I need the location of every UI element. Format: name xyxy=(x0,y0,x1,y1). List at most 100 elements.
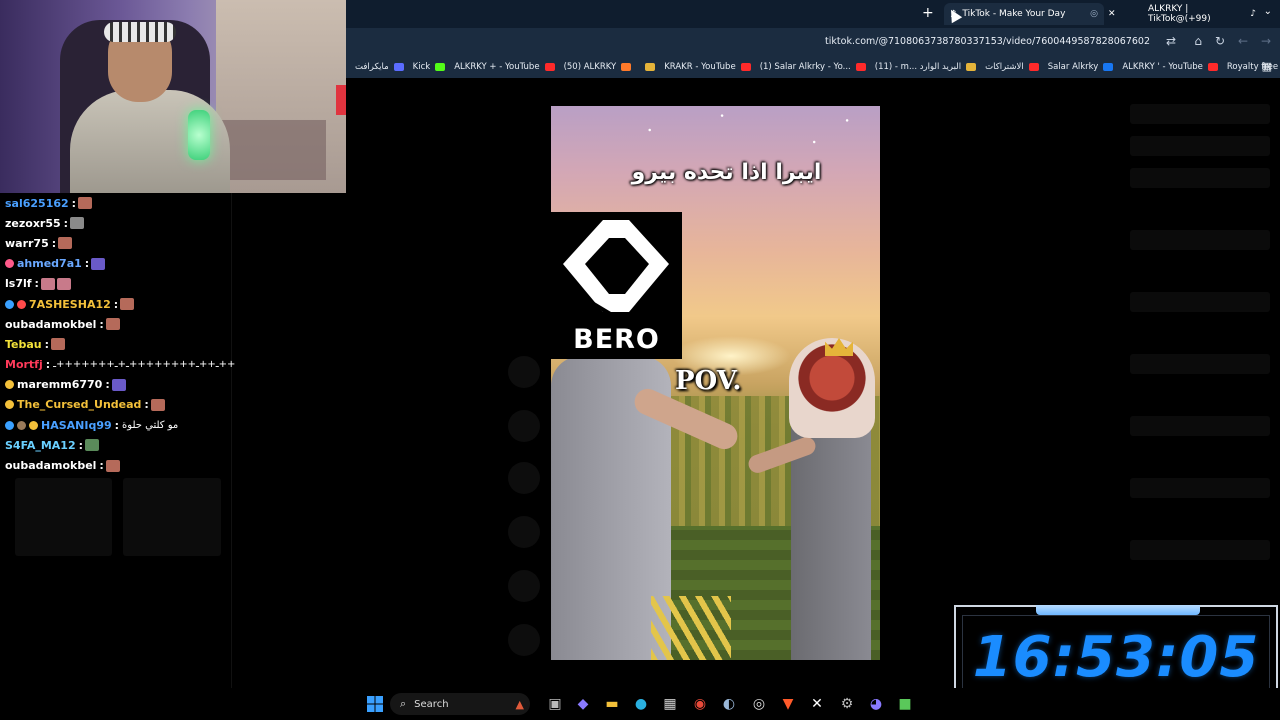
video-caption: ايبرا اذا تحده بيرو xyxy=(631,160,822,185)
bookmark-item[interactable]: ALKRKY + - YouTube xyxy=(454,62,555,72)
chat-messages: sal625162: zezoxr55: warr75: ahmed7a1: ls7lf… xyxy=(0,193,235,476)
action-button-placeholder[interactable] xyxy=(508,356,540,388)
bookmark-item[interactable]: (1) Salar Alkrky - Yo... xyxy=(760,62,866,72)
copilot-icon[interactable]: ◆ xyxy=(573,694,593,714)
chat-username[interactable]: maremm6770 xyxy=(17,378,102,391)
chat-emote-icon xyxy=(111,378,126,391)
task-view-icon[interactable]: ▣ xyxy=(545,694,565,714)
obs-icon[interactable]: ◎ xyxy=(749,694,769,714)
skeleton-bar xyxy=(1130,292,1270,312)
chat-message: zezoxr55: xyxy=(0,213,231,233)
chat-username[interactable]: oubadamokbel xyxy=(5,318,96,331)
chat-separator: : xyxy=(71,196,77,210)
url-text[interactable]: tiktok.com/@7108063738780337153/video/76… xyxy=(825,36,1150,47)
bookmark-item[interactable]: Kick xyxy=(413,62,446,72)
chat-emote-icon xyxy=(40,277,55,290)
chat-message: maremm6770: xyxy=(0,375,231,395)
store-icon[interactable]: ▦ xyxy=(660,694,680,714)
bookmark-favicon-icon xyxy=(1103,63,1114,71)
clock-top-strip xyxy=(1036,605,1200,615)
bookmark-item[interactable]: الاشتراكات xyxy=(985,62,1039,72)
bookmark-item[interactable]: مايكرافت xyxy=(355,62,404,72)
action-button-placeholder[interactable] xyxy=(508,516,540,548)
reload-icon[interactable]: ↻ xyxy=(1215,34,1225,48)
chat-username[interactable]: Tebau xyxy=(5,338,42,351)
bookmark-label: KRAKR - YouTube xyxy=(664,62,736,72)
chat-username[interactable]: Mortfj xyxy=(5,358,43,371)
discord-icon[interactable]: ◕ xyxy=(866,694,886,714)
chat-message: sal625162: xyxy=(0,193,231,213)
chrome-icon[interactable]: ◉ xyxy=(690,694,710,714)
tiktok-video[interactable]: ايبرا اذا تحده بيرو POV. xyxy=(551,106,880,660)
bookmark-item[interactable]: (11) - m... البريد الوارد xyxy=(874,62,977,72)
bookmark-item[interactable]: ALKRKY ' - YouTube xyxy=(1122,62,1218,72)
address-bar: tiktok.com/@7108063738780337153/video/76… xyxy=(346,28,1280,56)
chat-overlay: sal625162: zezoxr55: warr75: ahmed7a1: ls7lf… xyxy=(0,193,235,688)
file-explorer-icon[interactable]: ▬ xyxy=(602,694,622,714)
chat-message: warr75: xyxy=(0,233,231,253)
search-label: Search xyxy=(414,698,449,710)
chat-username[interactable]: zezoxr55 xyxy=(5,217,61,230)
skeleton-bar xyxy=(1130,136,1270,156)
chat-badge-icon xyxy=(5,380,14,390)
brave-icon[interactable]: ▼ xyxy=(778,694,798,714)
chat-message: ahmed7a1: xyxy=(0,254,231,274)
steam-icon[interactable]: ◐ xyxy=(719,694,739,714)
chat-username[interactable]: 7ASHESHA12 xyxy=(29,298,111,311)
capcut-icon[interactable]: ✕ xyxy=(807,694,827,714)
chat-username[interactable]: oubadamokbel xyxy=(5,459,96,472)
bookmark-item[interactable]: (50) ALKRKY xyxy=(564,62,632,72)
tab-tiktok[interactable]: ♪ TikTok - Make Your Day ◎ xyxy=(944,3,1104,25)
taskbar-search[interactable]: ⌕ Search ▲ xyxy=(390,693,530,715)
tab-close-button[interactable]: ✕ xyxy=(1102,3,1122,25)
chat-badge-icon xyxy=(29,420,38,430)
tab-title: ALKRKY | TikTok@(+99) xyxy=(1148,4,1211,24)
chat-emote-icon xyxy=(58,237,73,250)
chat-separator: : xyxy=(44,337,50,351)
action-button-placeholder[interactable] xyxy=(508,410,540,442)
chat-username[interactable]: ahmed7a1 xyxy=(17,257,82,270)
forward-icon[interactable]: → xyxy=(1261,34,1271,48)
action-button-placeholder[interactable] xyxy=(508,570,540,602)
site-settings-icon[interactable]: ⇄ xyxy=(1166,34,1176,48)
tab-list-chevron-icon[interactable]: ⌄ xyxy=(1264,6,1272,17)
action-button-placeholder[interactable] xyxy=(508,462,540,494)
chat-username[interactable]: HASANIq99 xyxy=(41,419,112,432)
bookmark-item[interactable]: Royalty free music |... xyxy=(1227,62,1280,72)
chat-username[interactable]: ls7lf xyxy=(5,277,32,290)
chat-username[interactable]: warr75 xyxy=(5,237,49,250)
edge-icon[interactable]: ● xyxy=(631,694,651,714)
chat-separator: : xyxy=(84,257,90,271)
bero-logo-text: BERO xyxy=(573,324,660,355)
new-tab-button[interactable]: + xyxy=(922,5,934,21)
chat-message-text: مو كلتي حلوة xyxy=(122,419,179,431)
bookmark-item[interactable] xyxy=(640,63,656,71)
windows-start-icon[interactable] xyxy=(365,694,385,714)
tab-alkrky[interactable]: ALKRKY | TikTok@(+99) ♪ xyxy=(1142,3,1262,25)
bookmark-item[interactable]: Salar Alkrky xyxy=(1048,62,1114,72)
chat-emote-icon xyxy=(56,277,71,290)
chat-username[interactable]: S4FA_MA12 xyxy=(5,439,76,452)
back-icon[interactable]: ← xyxy=(1238,34,1248,48)
home-icon[interactable]: ⌂ xyxy=(1194,34,1202,48)
headband xyxy=(104,22,176,42)
bookmark-label: (11) - m... البريد الوارد xyxy=(874,62,962,72)
apps-grid-icon[interactable]: ▦ xyxy=(1262,60,1272,73)
chat-message: S4FA_MA12: xyxy=(0,435,231,455)
windows-taskbar: ⌕ Search ▲ ▣ ◆ ▬ ● ▦ ◉ ◐ ◎ ▼ ✕ ⚙ ◕ ■ xyxy=(0,688,1280,720)
minecraft-icon[interactable]: ■ xyxy=(895,694,915,714)
bookmark-item[interactable]: KRAKR - YouTube xyxy=(664,62,751,72)
close-icon: ✕ xyxy=(1108,9,1116,19)
chat-message-text: ـ++ـ++++++++ـ+ـ+++++++ـ++ xyxy=(53,359,236,371)
chat-username[interactable]: sal625162 xyxy=(5,197,69,210)
chat-emote-icon xyxy=(85,439,100,452)
chat-badge-icon xyxy=(5,420,14,430)
bookmark-label: مايكرافت xyxy=(355,62,389,72)
settings-icon[interactable]: ⚙ xyxy=(837,694,857,714)
chat-emote-icon xyxy=(51,338,66,351)
chat-username[interactable]: The_Cursed_Undead xyxy=(17,398,141,411)
bookmark-favicon-icon xyxy=(645,63,656,71)
chat-badge-icon xyxy=(5,259,14,269)
tab-audio-icon[interactable]: ◎ xyxy=(1090,9,1098,19)
action-button-placeholder[interactable] xyxy=(508,624,540,656)
